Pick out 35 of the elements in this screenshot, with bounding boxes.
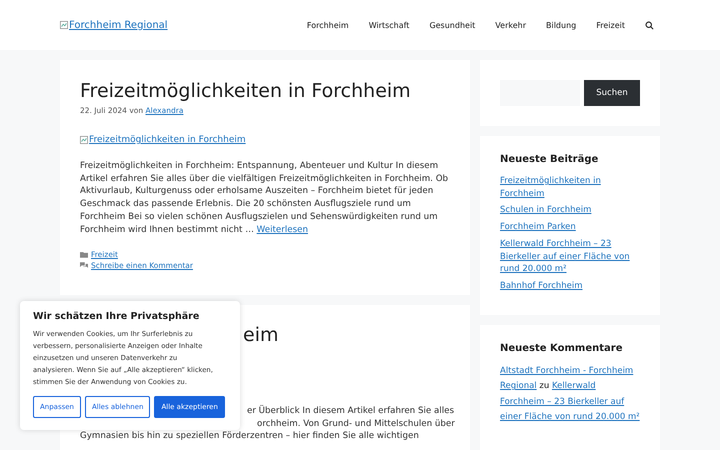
- comment-author-link[interactable]: Regional: [500, 381, 537, 392]
- search-icon[interactable]: [645, 20, 654, 30]
- broken-image-icon: [60, 21, 68, 29]
- article-text-line: er Überblick In diesem Artikel erfahren Sie alles: [247, 406, 454, 416]
- article-title: eim: [243, 323, 278, 347]
- article-title: Freizeitmöglichkeiten in Forchheim: [80, 79, 412, 103]
- comments-icon: [80, 262, 88, 270]
- nav-link[interactable]: Bildung: [546, 20, 576, 30]
- nav-link[interactable]: Wirtschaft: [368, 20, 410, 30]
- article-excerpt: Freizeitmöglichkeiten in Forchheim: Entspannung, Abenteuer und Kultur In diesem Artikel erfahren Sie alles über die vielfältigen Freizeitmöglichkeiten in Forchheim. Ob Aktivurlaub, Kulturgenuss oder erholsame Auszeiten – Forchheim bietet für jeden Geschmack das passende Erlebnis. Die 20 schönsten Ausflugsziele rund um Forchheim Bei so vielen schönen Ausflugszielen und Sehenswürdigkeiten rund um Forchheim wird Ihnen bestimmt nicht … Weiterlesen: [80, 160, 450, 236]
- recent-post-link[interactable]: Freizeitmöglichkeiten in Forchheim: [500, 175, 640, 200]
- nav-link[interactable]: Gesundheit: [429, 20, 476, 30]
- read-more-link[interactable]: Weiterlesen: [256, 224, 308, 235]
- article-text-line: Gymnasien bis hin zu speziellen Förderzentren – hier finden Sie alle wichtigen: [80, 431, 419, 442]
- joiner-text: zu: [539, 381, 550, 392]
- broken-image-icon: [80, 136, 88, 144]
- recent-post-link[interactable]: Kellerwald Forchheim – 23 Bierkeller auf einer Fläche von rund 20.000 m²: [500, 238, 640, 276]
- comment-author-link[interactable]: Altstadt Forchheim - Forchheim: [500, 366, 634, 376]
- widget-title: Neueste Kommentare: [500, 342, 624, 354]
- comment-post-link[interactable]: Kellerwald: [552, 381, 596, 392]
- nav-link[interactable]: Freizeit: [596, 20, 625, 30]
- recent-post-link[interactable]: Forchheim Parken: [500, 221, 640, 234]
- comment-post-link[interactable]: einer Fläche von rund 20.000 m²: [500, 412, 640, 422]
- article-text-line: orchheim. Von Grund- und Mittelschulen über: [257, 418, 455, 429]
- search-button[interactable]: Suchen: [584, 80, 640, 106]
- logo-link[interactable]: Forchheim Regional: [60, 20, 168, 30]
- article-image-link[interactable]: Freizeitmöglichkeiten in Forchheim: [80, 135, 246, 145]
- nav-link[interactable]: Forchheim: [306, 20, 349, 30]
- comment-post-link[interactable]: Forchheim – 23 Bierkeller auf: [500, 396, 624, 407]
- recent-post-link[interactable]: Bahnhof Forchheim: [500, 280, 640, 293]
- folder-icon: [80, 251, 88, 258]
- cookie-title: Wir schätzen Ihre Privatsphäre: [33, 311, 200, 322]
- widget-title: Neueste Beiträge: [500, 154, 600, 165]
- recent-post-link[interactable]: Schulen in Forchheim: [500, 204, 640, 218]
- nav-link[interactable]: Verkehr: [495, 20, 526, 30]
